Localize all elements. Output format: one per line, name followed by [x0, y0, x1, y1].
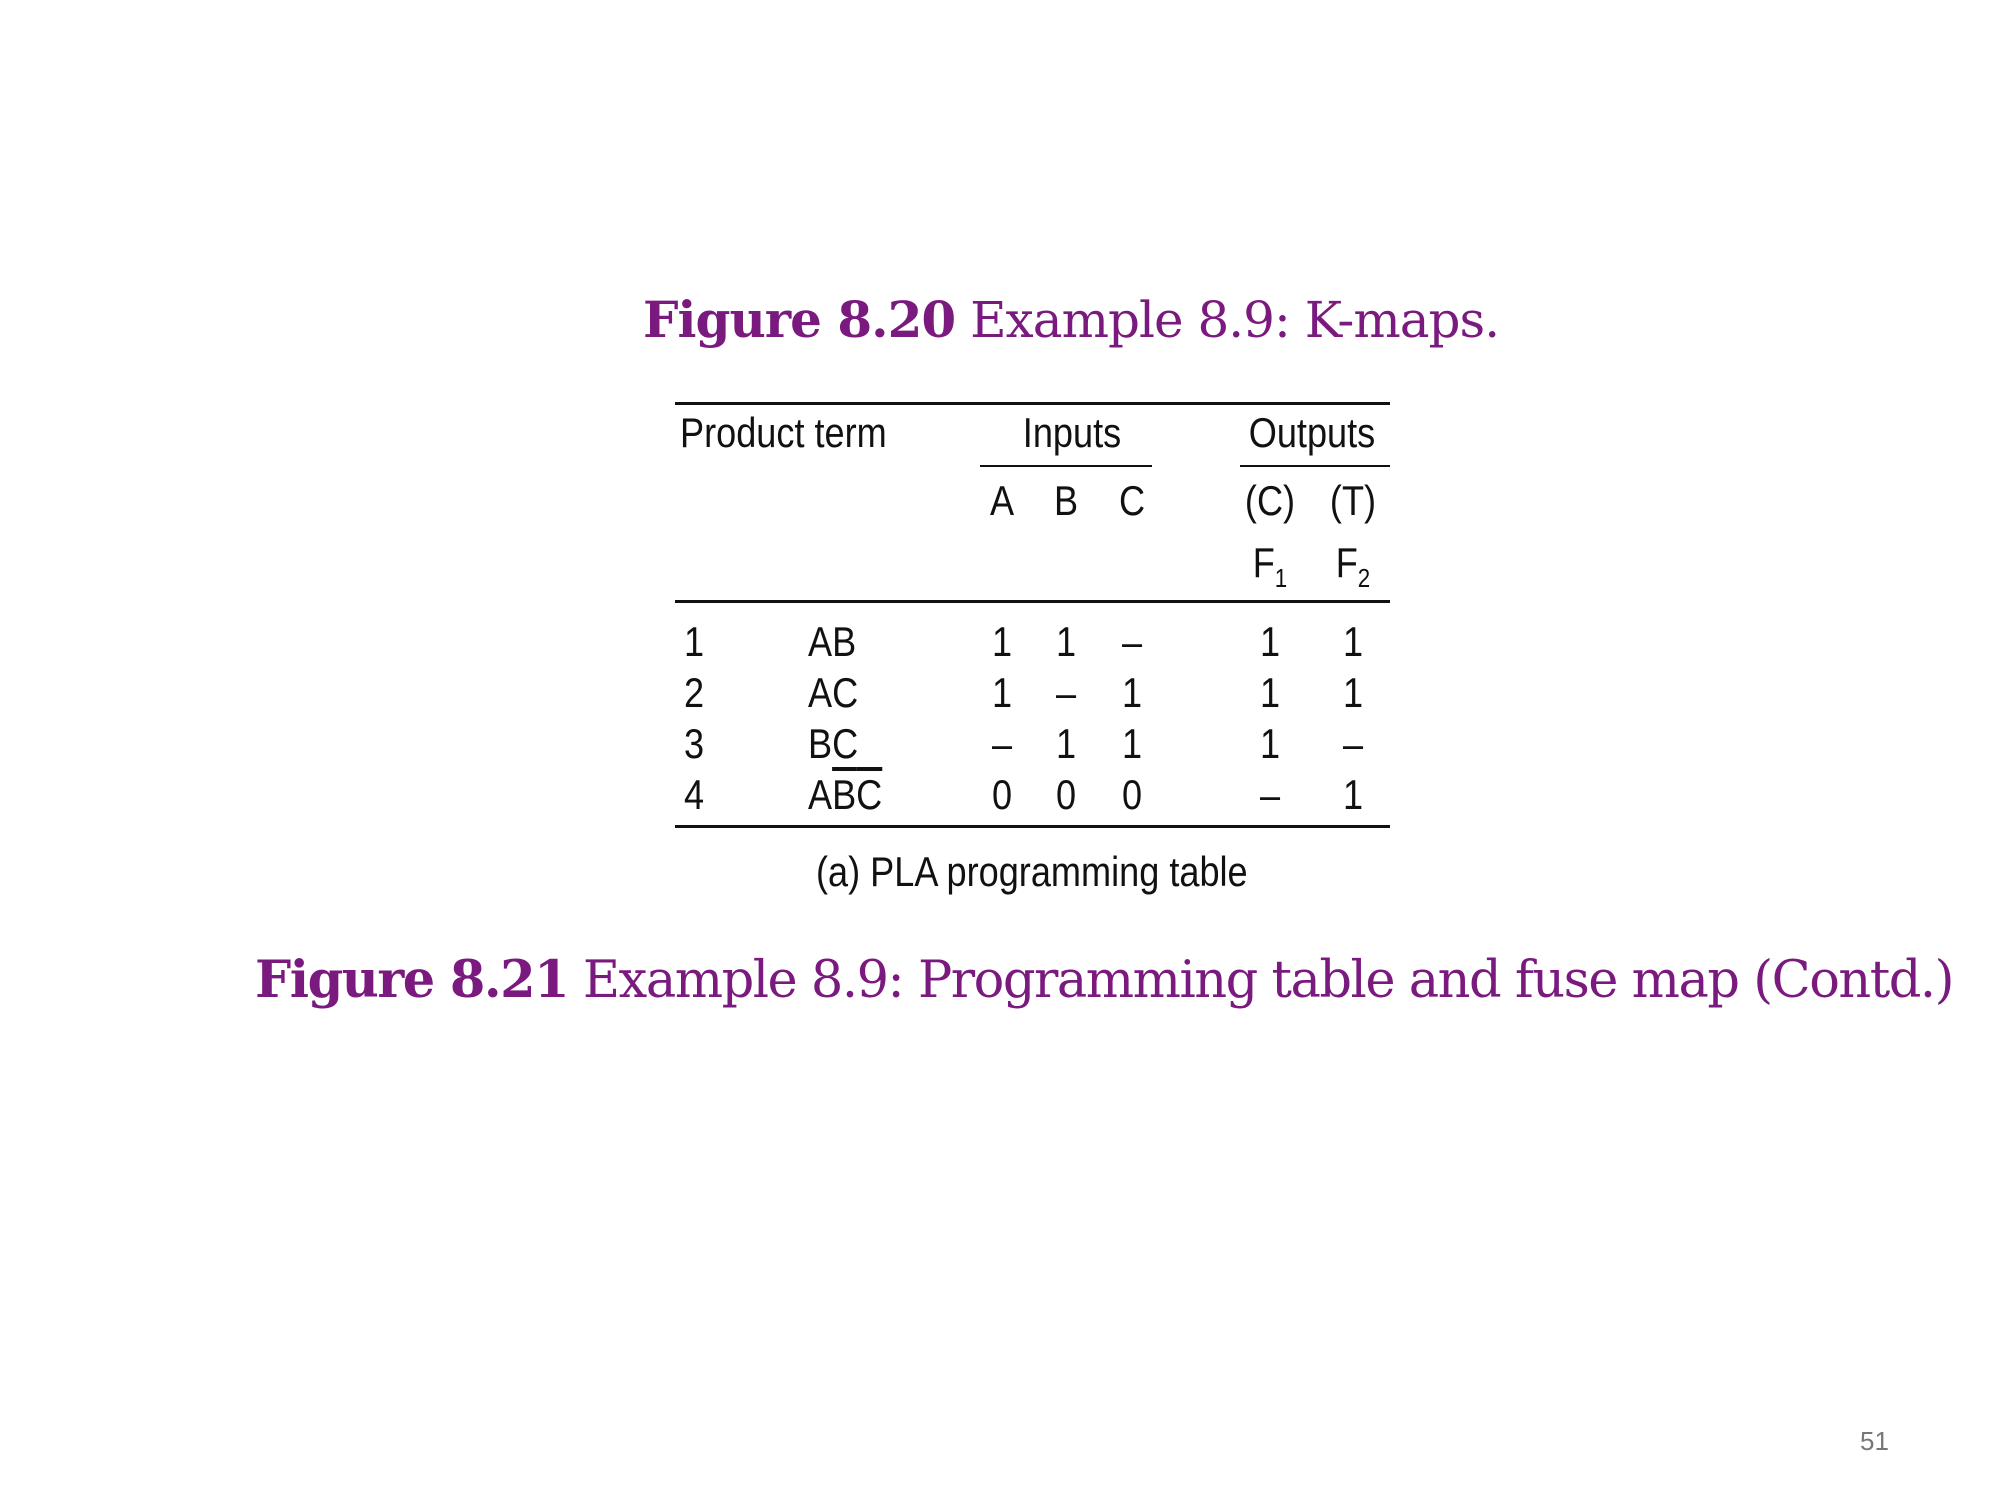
figure-number: Figure 8.21 [255, 950, 570, 1010]
term-a: A [808, 771, 833, 818]
row-4-number: 4 [684, 771, 705, 818]
row-1-f2: 1 [1342, 618, 1364, 665]
row-3-f2: – [1342, 720, 1364, 767]
pla-programming-table: Product term Inputs Outputs A B C (C) (T… [0, 0, 2000, 1500]
header-output-f1: F1 [1252, 539, 1288, 593]
row-4-c: 0 [1121, 771, 1143, 818]
output-f1-letter: F [1252, 539, 1275, 586]
output-f2-letter: F [1335, 539, 1358, 586]
term-c-complement: C [856, 771, 883, 818]
row-1-f1: 1 [1259, 618, 1281, 665]
outputs-group-rule [1240, 465, 1390, 467]
row-1-c: – [1121, 618, 1143, 665]
row-4-a: 0 [991, 771, 1013, 818]
row-2-number: 2 [684, 669, 705, 716]
header-input-b: B [1053, 477, 1079, 524]
row-2-c: 1 [1121, 669, 1143, 716]
output-f1-subscript: 1 [1274, 563, 1288, 593]
inputs-group-rule [980, 465, 1152, 467]
header-output-tag-c: (C) [1244, 477, 1296, 524]
row-1-number: 1 [684, 618, 705, 665]
table-top-rule [675, 402, 1390, 405]
row-2-f1: 1 [1259, 669, 1281, 716]
header-bottom-rule [675, 600, 1390, 603]
term-b-complement: B [832, 771, 857, 818]
header-output-f2: F2 [1335, 539, 1371, 593]
output-f2-subscript: 2 [1357, 563, 1371, 593]
row-2-term: AC [808, 669, 859, 716]
row-4-f2: 1 [1342, 771, 1364, 818]
row-2-f2: 1 [1342, 669, 1364, 716]
row-1-b: 1 [1055, 618, 1077, 665]
header-product-term: Product term [680, 409, 887, 456]
row-2-a: 1 [991, 669, 1013, 716]
header-inputs: Inputs [1022, 409, 1122, 456]
header-input-a: A [989, 477, 1015, 524]
row-3-number: 3 [684, 720, 705, 767]
figure-title: Example 8.9: Programming table and fuse … [582, 951, 1955, 1010]
row-2-b: – [1055, 669, 1077, 716]
figure-8-21-caption: Figure 8.21 Example 8.9: Programming tab… [255, 950, 1955, 1010]
header-output-tag-t: (T) [1329, 477, 1377, 524]
header-input-c: C [1118, 477, 1146, 524]
row-3-a: – [991, 720, 1013, 767]
row-4-f1: – [1259, 771, 1281, 818]
row-3-f1: 1 [1259, 720, 1281, 767]
row-1-term: AB [808, 618, 857, 665]
row-4-b: 0 [1055, 771, 1077, 818]
table-subcaption: (a) PLA programming table [816, 848, 1248, 895]
header-outputs: Outputs [1248, 409, 1376, 456]
row-3-b: 1 [1055, 720, 1077, 767]
page-number: 51 [1860, 1426, 1889, 1456]
row-3-term: BC [808, 720, 859, 767]
row-1-a: 1 [991, 618, 1013, 665]
table-bottom-rule [675, 825, 1390, 828]
row-4-term: ABC [808, 774, 882, 816]
row-3-c: 1 [1121, 720, 1143, 767]
